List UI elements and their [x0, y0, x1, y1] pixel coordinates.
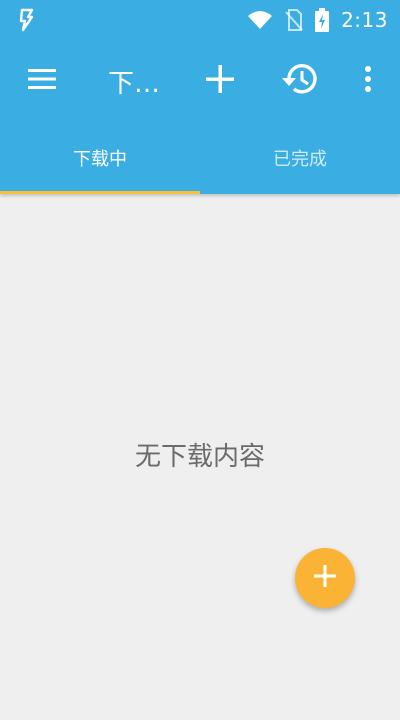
- app-screen: 2:13 下… 下载中 已完成 无下载内容: [0, 0, 400, 720]
- tab-completed-label: 已完成: [273, 149, 327, 170]
- tab-downloading-label: 下载中: [73, 149, 127, 170]
- tab-downloading[interactable]: 下载中: [0, 122, 200, 194]
- toolbar-title: 下…: [108, 68, 161, 99]
- app-toolbar: 下…: [0, 40, 400, 122]
- history-icon: [280, 61, 320, 101]
- add-icon: [204, 63, 236, 99]
- no-sim-icon: [285, 9, 303, 31]
- status-bar: 2:13: [0, 0, 400, 40]
- wifi-icon: [247, 10, 273, 30]
- more-options-button[interactable]: [348, 40, 388, 122]
- menu-icon: [26, 67, 58, 95]
- tab-bar: 下载中 已完成: [0, 122, 400, 194]
- status-time: 2:13: [341, 8, 388, 32]
- add-button[interactable]: [192, 40, 248, 122]
- history-button[interactable]: [272, 40, 328, 122]
- tab-indicator: [0, 191, 200, 194]
- more-vert-icon: [363, 65, 373, 97]
- flash-app-icon: [16, 8, 36, 32]
- tab-completed[interactable]: 已完成: [200, 122, 400, 194]
- add-icon: [312, 563, 338, 593]
- status-icons: 2:13: [247, 8, 388, 32]
- battery-charging-icon: [315, 8, 330, 32]
- add-download-fab[interactable]: [295, 548, 355, 608]
- menu-button[interactable]: [14, 40, 70, 122]
- empty-state-message: 无下载内容: [134, 442, 265, 472]
